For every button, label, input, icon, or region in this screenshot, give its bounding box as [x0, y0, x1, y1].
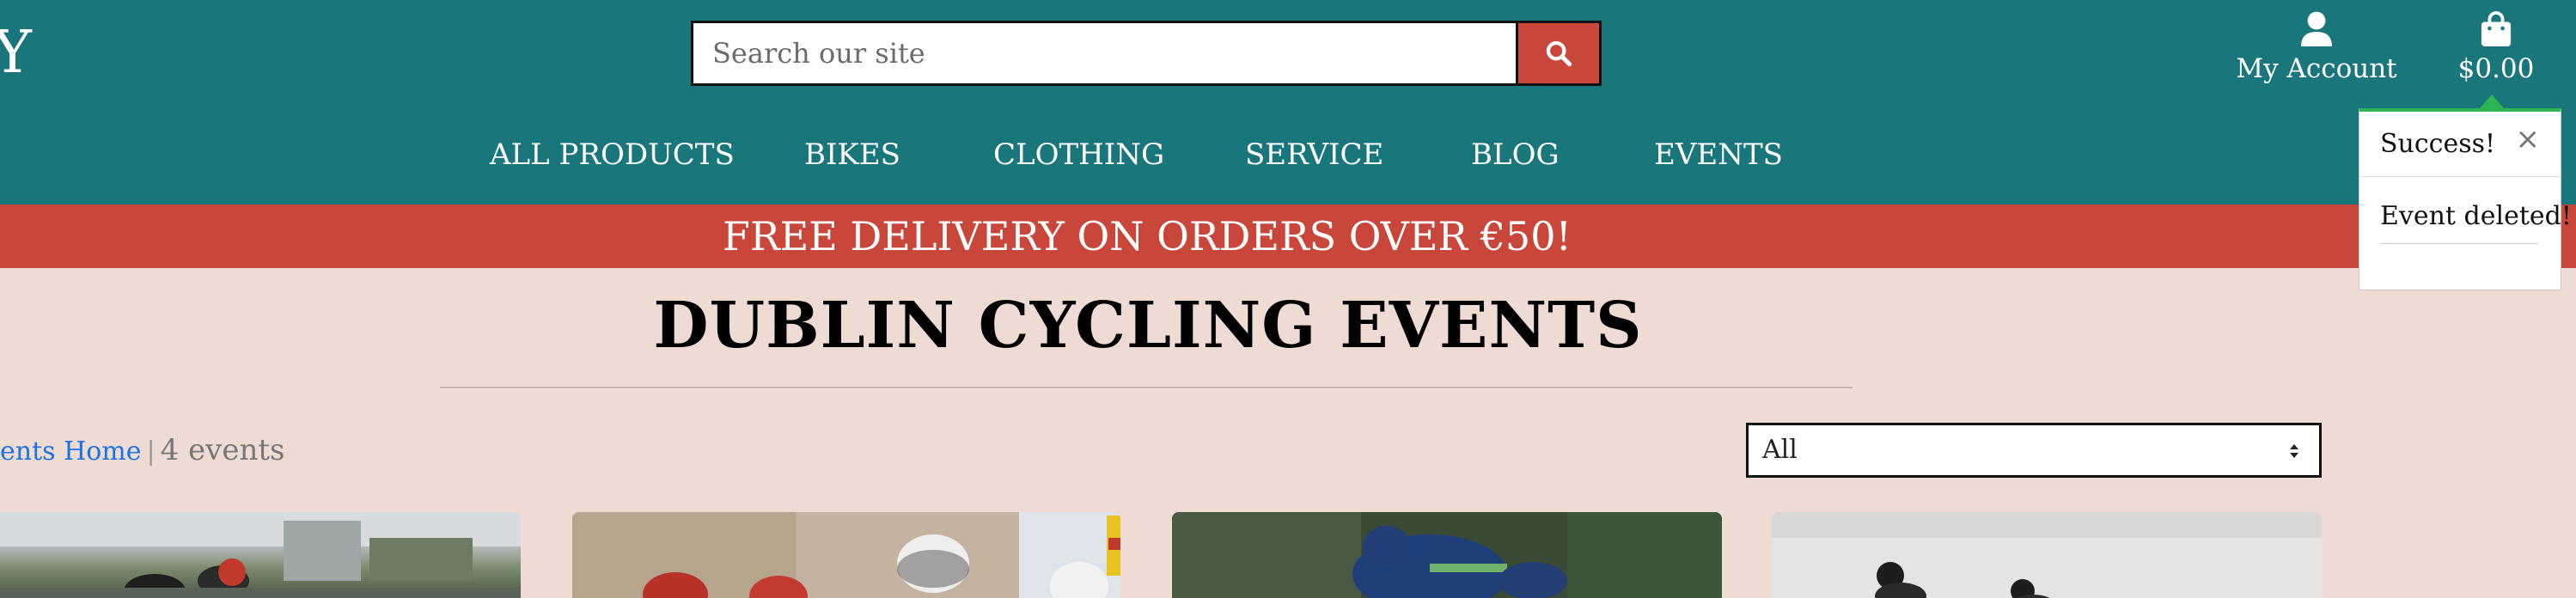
page-title: DUBLIN CYCLING EVENTS: [653, 289, 1643, 363]
cyclist-motion-blur: [1172, 512, 1722, 598]
bag-total: $0.00: [2457, 53, 2535, 84]
success-toast: Success! × Event deleted!: [2359, 108, 2572, 290]
title-divider: [440, 387, 1853, 388]
main-nav: ALL PRODUCTS BIKES CLOTHING SERVICE BLOG…: [0, 129, 2576, 180]
toast-message: Event deleted!: [2380, 201, 2572, 244]
nav-clothing[interactable]: CLOTHING: [993, 129, 1164, 180]
event-card-image: [572, 512, 1120, 598]
nav-bikes[interactable]: BIKES: [804, 129, 900, 180]
close-icon[interactable]: ×: [2516, 122, 2541, 156]
my-account-link[interactable]: My Account: [2231, 10, 2402, 96]
select-caret-icon: [2290, 444, 2298, 458]
shopping-bag-icon: [2481, 11, 2512, 46]
cyclists-grey-road: [1772, 512, 2322, 598]
breadcrumb: ents Home | 4 events: [0, 433, 285, 469]
events-home-link[interactable]: ents Home: [0, 436, 142, 467]
shopping-bag-link[interactable]: $0.00: [2456, 10, 2536, 96]
event-card[interactable]: [1172, 512, 1722, 598]
search-button[interactable]: [1516, 21, 1602, 86]
nav-blog[interactable]: BLOG: [1471, 129, 1560, 180]
event-card[interactable]: [0, 512, 521, 598]
breadcrumb-separator: |: [146, 436, 156, 467]
my-account-label: My Account: [2236, 53, 2397, 84]
search-icon: [1546, 40, 1572, 67]
cyclist-silhouettes: [0, 512, 521, 598]
nav-service[interactable]: SERVICE: [1245, 129, 1383, 180]
event-card-image: [0, 512, 521, 598]
site-logo[interactable]: Y: [0, 15, 32, 91]
site-header: Y My Account $0.00 ALL PRODUCTS BIKES CL…: [0, 0, 2576, 204]
cyclist-helmets: [572, 512, 1120, 598]
toast-header: Success! ×: [2359, 112, 2561, 177]
toast-arrow: [2480, 95, 2504, 108]
event-card-image: [1772, 512, 2322, 598]
free-delivery-banner: FREE DELIVERY ON ORDERS OVER €50!: [0, 204, 2576, 268]
event-card[interactable]: [572, 512, 1120, 598]
event-count: 4 events: [160, 433, 285, 467]
sort-select[interactable]: All: [1746, 423, 2322, 478]
toast-title: Success!: [2380, 129, 2496, 159]
nav-all-products[interactable]: ALL PRODUCTS: [490, 129, 735, 180]
sort-selected-value: All: [1762, 435, 1798, 465]
event-card[interactable]: [1772, 512, 2322, 598]
nav-events[interactable]: EVENTS: [1654, 129, 1783, 180]
search-input[interactable]: [691, 21, 1516, 86]
event-card-image: [1172, 512, 1722, 598]
user-icon: [2301, 11, 2332, 46]
